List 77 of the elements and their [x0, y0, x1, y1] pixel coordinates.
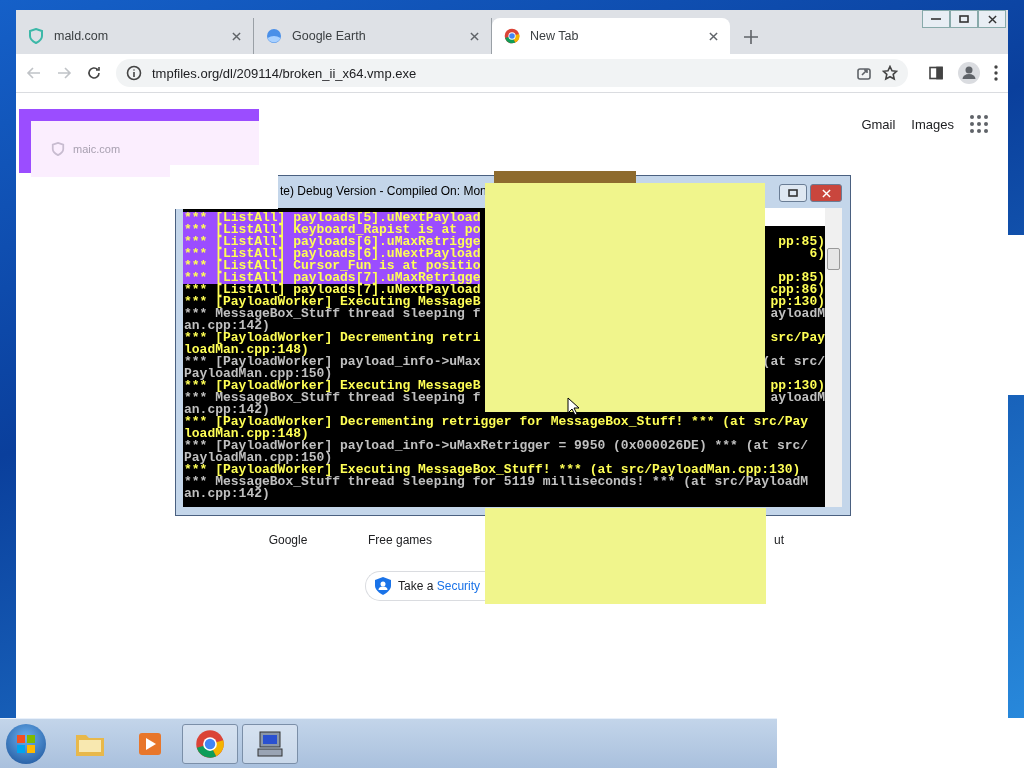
info-icon: [126, 65, 142, 81]
menu-icon[interactable]: [994, 65, 998, 81]
console-line: *** [PayloadWorker] Executing MessageBox_Stuff! *** (at src/PayloadMan.cpp:130): [183, 464, 801, 476]
maximize-icon: [788, 189, 798, 197]
console-line: *** [PayloadWorker] Decrementing retri: [183, 332, 481, 344]
header-link[interactable]: Images: [911, 116, 954, 132]
shortcut-label[interactable]: ut: [774, 533, 784, 547]
taskbar-button[interactable]: [182, 723, 238, 764]
console-line: PayloadMan.cpp:150): [183, 452, 333, 464]
console-line: *** [PayloadWorker] Executing MessageB: [183, 296, 481, 308]
address-bar[interactable]: tmpfiles.org/dl/209114/broken_ii_x64.vmp.exe: [116, 59, 908, 87]
console-line: PayloadMan.cpp:150): [183, 368, 333, 380]
reload-button[interactable]: [86, 65, 102, 81]
console-line: pp:130): [770, 296, 825, 308]
console-line: ayloadM: [770, 308, 825, 320]
minimize-icon: [931, 18, 941, 20]
chrome-icon: [504, 28, 520, 44]
console-line: pp:85): [778, 236, 825, 248]
maximize-icon: [959, 15, 969, 23]
star-icon: [882, 65, 898, 81]
console-line: 6): [809, 248, 825, 260]
close-icon: [709, 31, 718, 41]
console-line: pp:130): [770, 380, 825, 392]
close-icon: [232, 31, 241, 41]
back-arrow-icon: [26, 65, 42, 81]
console-line: cpp:86): [770, 284, 825, 296]
taskbar-button[interactable]: [242, 723, 298, 764]
console-line: *** [PayloadWorker] Executing MessageB: [183, 380, 481, 392]
profile-avatar-icon[interactable]: [958, 62, 980, 84]
console-line: *** [PayloadWorker] Decrementing retrigger for MessageBox_Stuff! *** (at src/Pay: [183, 416, 809, 428]
computer-icon: [255, 728, 285, 759]
new-tab-button[interactable]: [744, 30, 758, 44]
console-line: *** [PayloadWorker] payload_info->uMaxRetrigger = 9950 (0x000026DE) *** (at src/: [183, 440, 809, 452]
browser-tab[interactable]: New Tab: [492, 18, 730, 54]
console-line: an.cpp:142): [183, 320, 270, 332]
start-button[interactable]: [6, 723, 46, 764]
forward-arrow-icon: [56, 65, 72, 81]
side-panel-icon: [928, 65, 944, 81]
console-line: an.cpp:142): [183, 404, 270, 416]
console-line: loadMan.cpp:148): [183, 344, 309, 356]
console-line: *** [PayloadWorker] payload_info->uMax: [183, 356, 481, 368]
glitch-text: maic.com: [73, 143, 121, 155]
console-line: src/Pay: [770, 332, 825, 344]
console-line: ayloadM: [770, 392, 825, 404]
close-button[interactable]: [810, 184, 842, 202]
shield-icon: [374, 576, 392, 596]
console-line: *** MessageBox_Stuff thread sleeping f: [183, 308, 481, 320]
console-line: *** MessageBox_Stuff thread sleeping for 5119 milliseconds! *** (at src/PayloadM: [183, 476, 809, 488]
shortcut-label[interactable]: Google: [268, 533, 308, 547]
chrome-icon: [195, 728, 225, 759]
browser-tab[interactable]: mald.com: [16, 18, 254, 54]
shortcut-label[interactable]: Free games: [368, 533, 432, 547]
shield-icon: [51, 142, 65, 156]
console-line: loadMan.cpp:148): [183, 428, 309, 440]
windows-logo-icon: [16, 733, 36, 754]
apps-grid-icon[interactable]: [970, 115, 988, 133]
globe-icon: [266, 28, 282, 44]
minimize-button[interactable]: [922, 10, 950, 28]
header-link[interactable]: Gmail: [861, 116, 896, 132]
share-icon: [856, 65, 872, 81]
console-line: pp:85): [778, 272, 825, 284]
plus-icon: [744, 30, 758, 44]
mouse-cursor-icon: [567, 397, 579, 416]
close-icon: [987, 14, 997, 24]
scrollbar[interactable]: [825, 208, 842, 507]
console-line: an.cpp:142): [183, 488, 270, 500]
reload-icon: [86, 65, 102, 81]
maximize-button[interactable]: [779, 184, 807, 202]
close-icon: [821, 188, 831, 198]
close-icon: [470, 31, 479, 41]
close-button[interactable]: [978, 10, 1006, 28]
media-player-icon: [137, 730, 163, 757]
console-line: *** [ListAll] payloads[7].uNextPayload: [183, 284, 481, 296]
console-line: *** MessageBox_Stuff thread sleeping f: [183, 392, 481, 404]
console-line: (at src/: [762, 356, 825, 368]
shield-icon: [28, 28, 44, 44]
maximize-button[interactable]: [950, 10, 978, 28]
